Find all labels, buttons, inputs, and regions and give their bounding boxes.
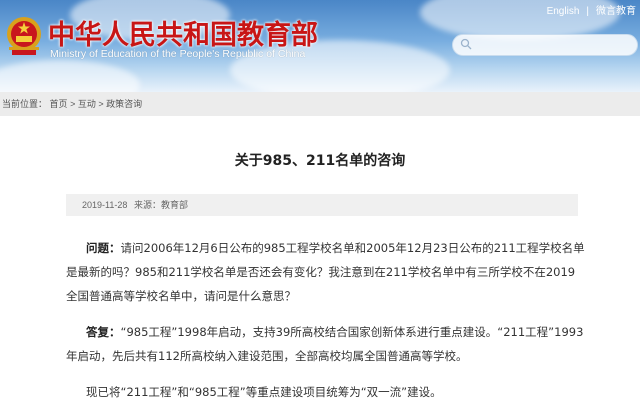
article-date: 2019-11-28 xyxy=(82,200,128,210)
breadcrumb-separator: > xyxy=(70,99,76,109)
answer-paragraph: 答复：“985工程”1998年启动，支持39所高校结合国家创新体系进行重点建设。… xyxy=(66,320,586,368)
breadcrumb: 当前位置： 首页 > 互动 > 政策咨询 xyxy=(2,97,142,110)
breadcrumb-prefix: 当前位置： xyxy=(2,99,48,109)
search-input[interactable] xyxy=(452,34,638,56)
national-emblem-icon xyxy=(7,17,41,55)
note-paragraph: 现已将“211工程”和“985工程”等重点建设项目统筹为“双一流”建设。 xyxy=(86,385,442,399)
search-icon[interactable] xyxy=(460,38,472,50)
breadcrumb-home[interactable]: 首页 xyxy=(50,99,68,109)
site-subtitle: Ministry of Education of the People's Re… xyxy=(50,48,306,60)
breadcrumb-separator: > xyxy=(98,99,104,109)
question-text: 请问2006年12月6日公布的985工程学校名单和2005年12月23日公布的2… xyxy=(66,241,585,303)
article-source: 来源：教育部 xyxy=(134,200,189,210)
site-header: 中华人民共和国教育部 Ministry of Education of the … xyxy=(0,0,640,92)
english-link[interactable]: English xyxy=(547,6,580,17)
breadcrumb-policy-consult[interactable]: 政策咨询 xyxy=(106,99,142,109)
breadcrumb-interaction[interactable]: 互动 xyxy=(78,99,96,109)
article-meta: 2019-11-28 来源：教育部 xyxy=(66,194,578,216)
question-paragraph: 问题：请问2006年12月6日公布的985工程学校名单和2005年12月23日公… xyxy=(66,236,586,308)
answer-text: “985工程”1998年启动，支持39所高校结合国家创新体系进行重点建设。“21… xyxy=(66,325,584,363)
weiyan-link[interactable]: 微言教育 xyxy=(596,6,636,17)
site-title[interactable]: 中华人民共和国教育部 xyxy=(48,13,318,52)
answer-label: 答复： xyxy=(86,325,121,339)
article-title: 关于985、211名单的咨询 xyxy=(234,153,406,169)
top-links: English | 微言教育 xyxy=(547,2,636,17)
link-separator: | xyxy=(586,6,589,17)
question-label: 问题： xyxy=(86,241,121,255)
